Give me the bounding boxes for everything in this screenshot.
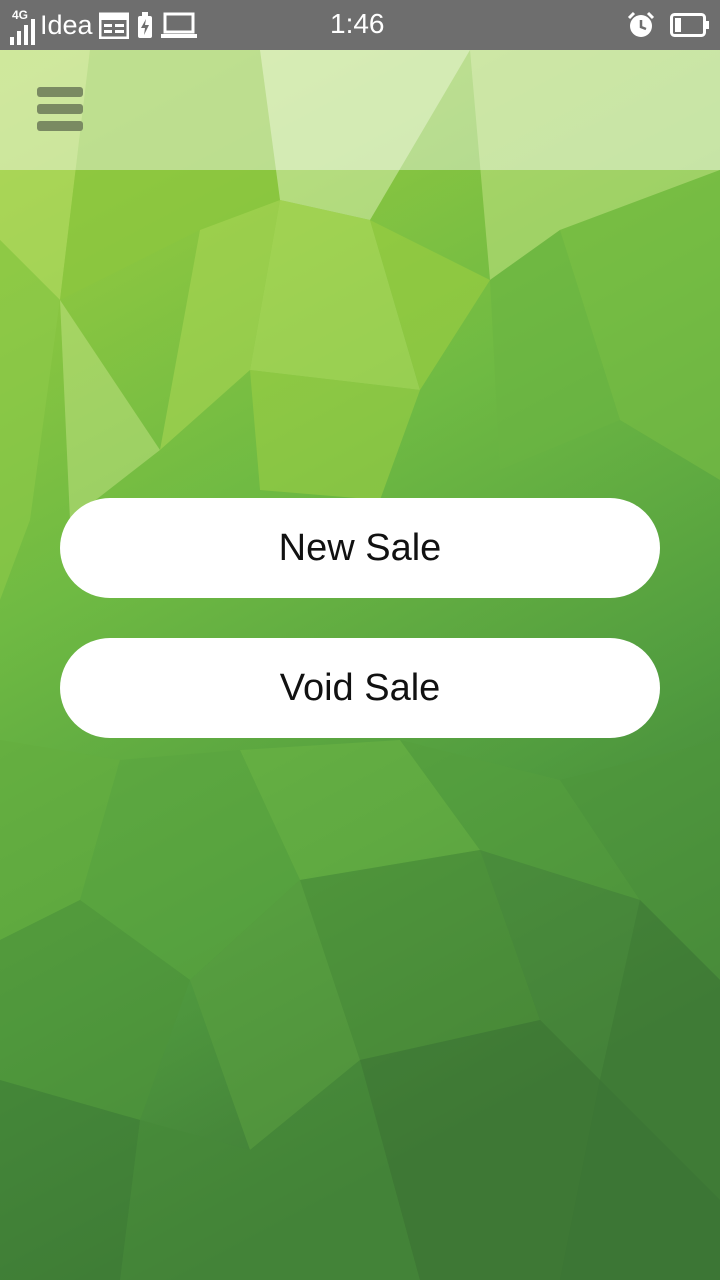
status-right [620,0,710,50]
status-bar: 4G Idea 1:46 [0,0,720,50]
alarm-icon [626,10,656,40]
void-sale-button[interactable]: Void Sale [60,638,660,738]
clock: 1:46 [330,8,385,39]
carrier-name: Idea [40,9,93,40]
signal-icon [10,19,38,45]
calendar-icon [98,11,129,39]
new-sale-button[interactable]: New Sale [60,498,660,598]
app-bar [0,50,720,170]
status-left: 4G Idea [10,0,197,50]
battery-saver-icon [135,11,155,39]
laptop-icon [160,11,197,39]
hamburger-menu-icon[interactable] [37,87,83,131]
battery-icon [670,13,710,37]
network-type: 4G [12,8,29,22]
